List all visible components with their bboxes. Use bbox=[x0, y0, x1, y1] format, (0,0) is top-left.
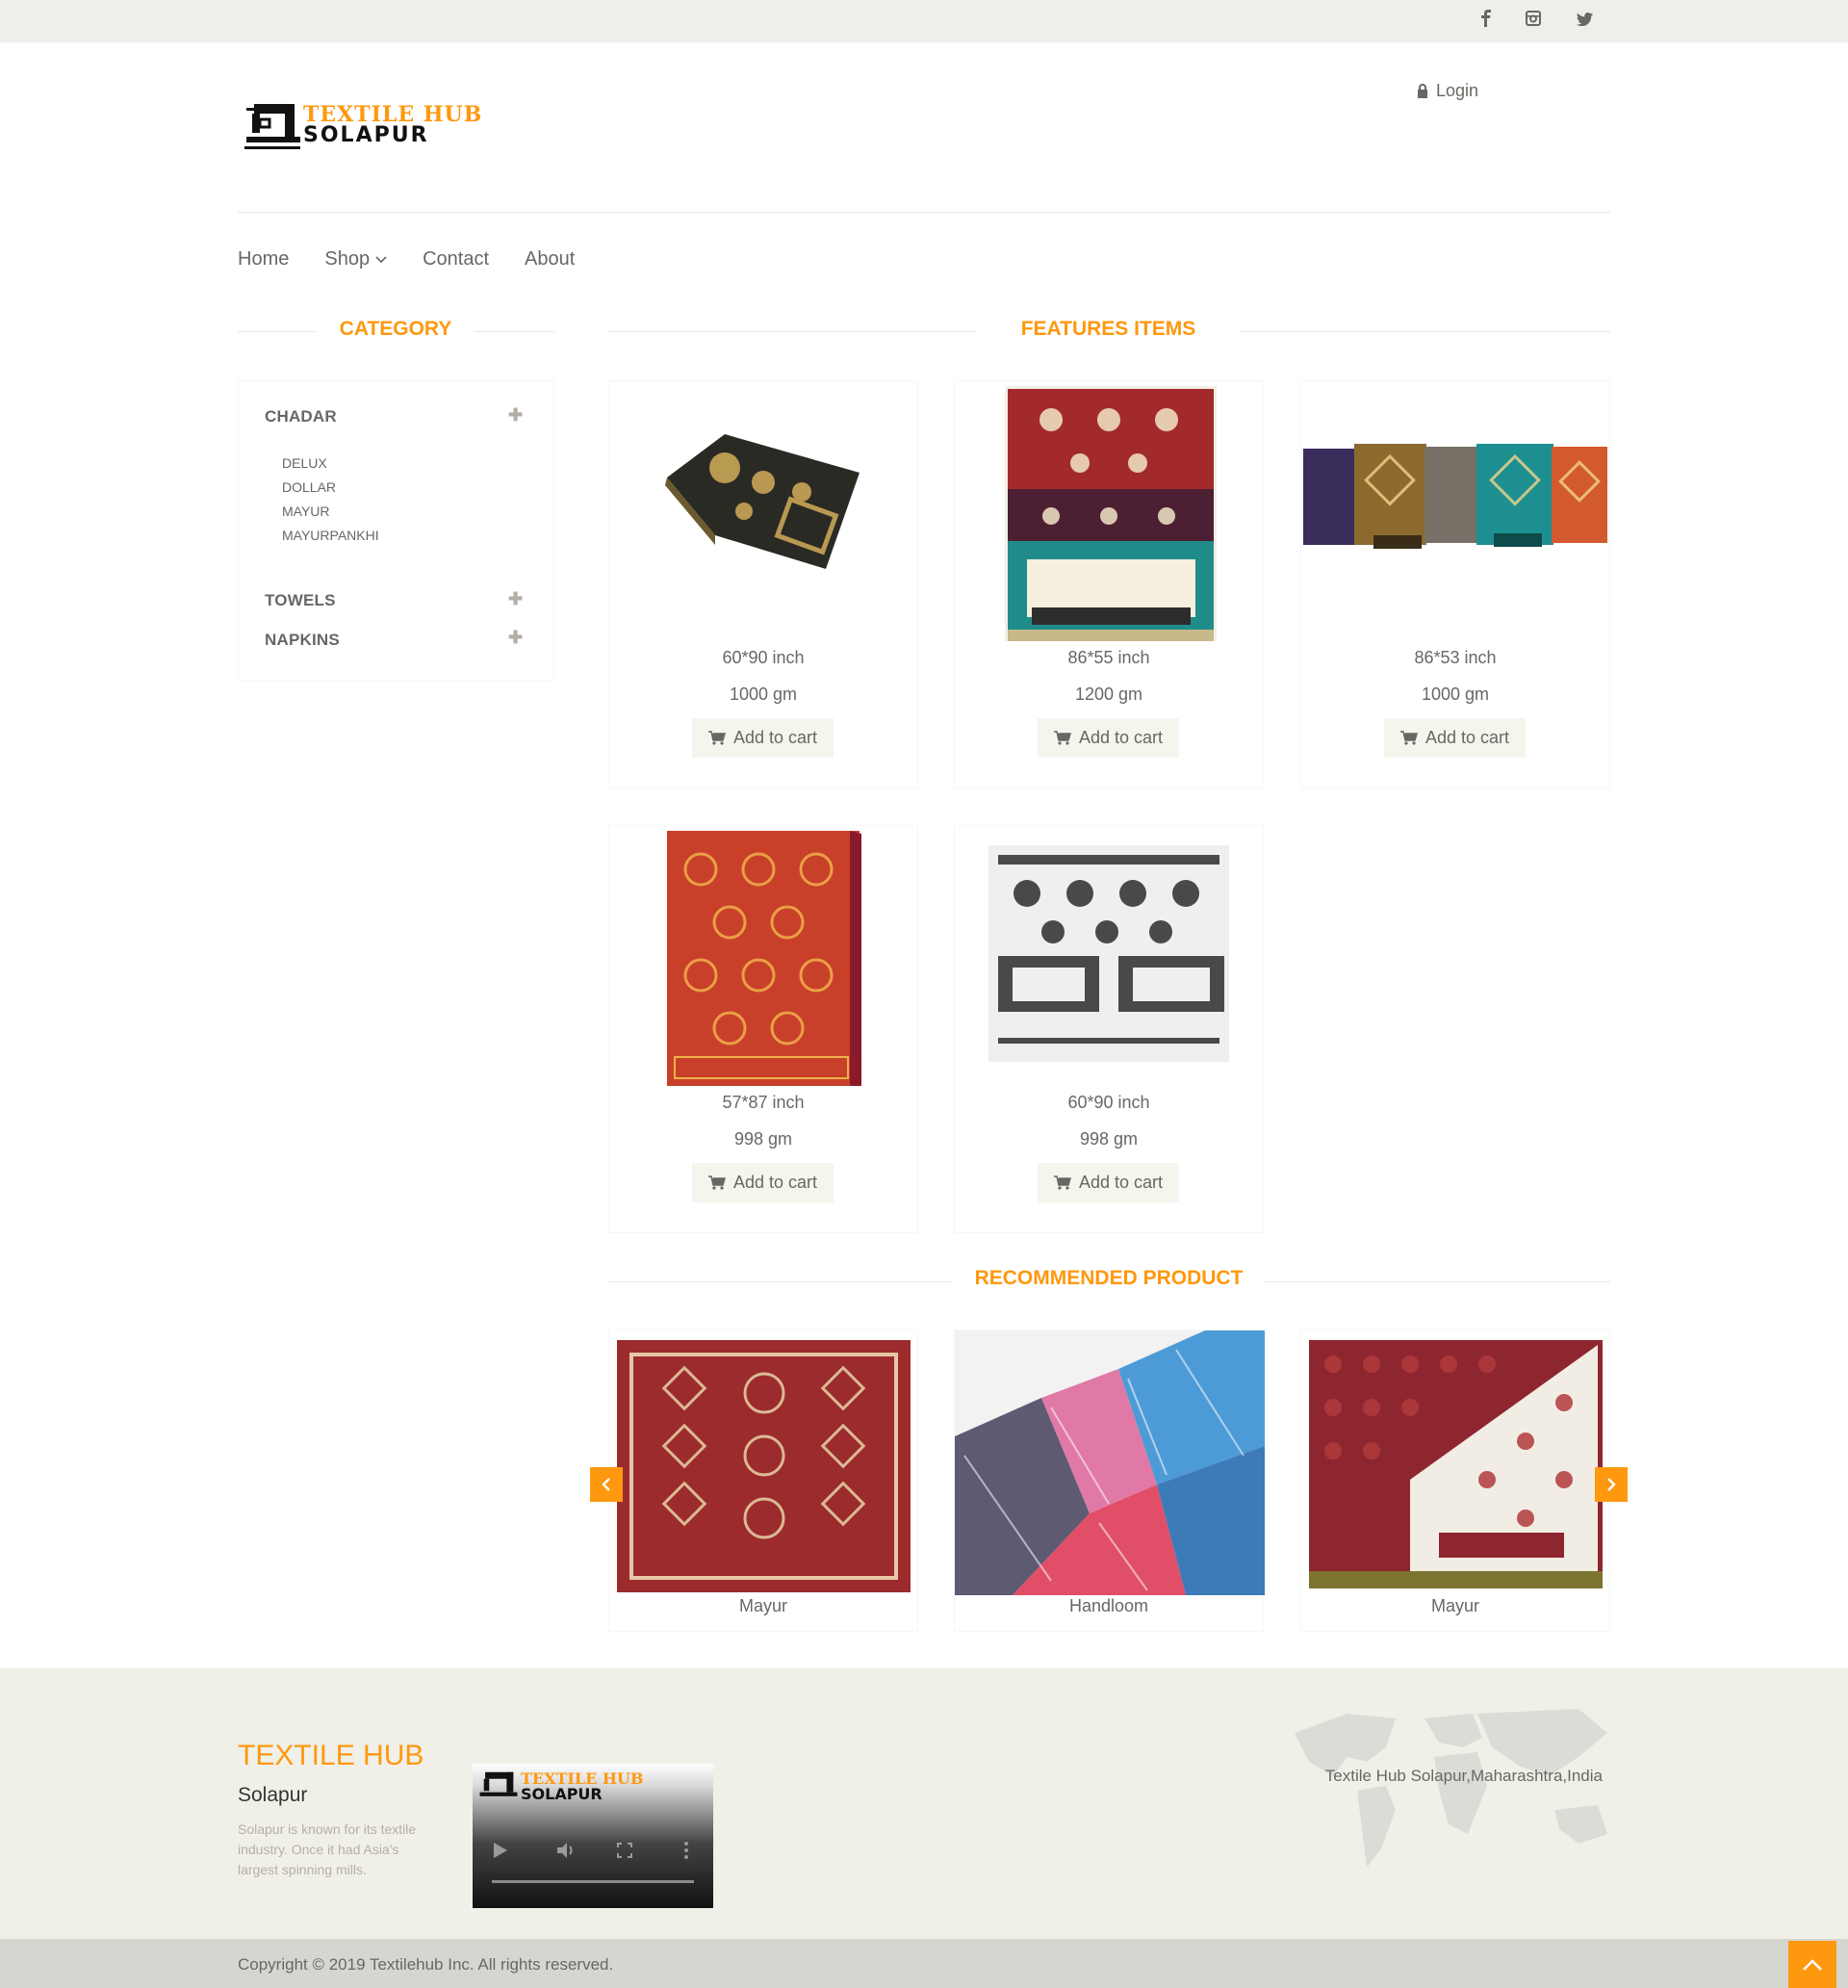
nav-about[interactable]: About bbox=[525, 248, 575, 271]
cart-icon bbox=[1399, 731, 1418, 745]
product-size: 57*87 inch bbox=[722, 1093, 805, 1112]
product-weight: 1000 gm bbox=[1421, 684, 1490, 704]
product-image[interactable] bbox=[984, 381, 1236, 646]
fullscreen-icon[interactable] bbox=[617, 1843, 632, 1863]
plus-icon[interactable]: ✚ bbox=[508, 589, 523, 609]
plus-icon[interactable]: ✚ bbox=[508, 405, 523, 426]
login-label: Login bbox=[1436, 81, 1479, 100]
video-logo-line2: SOLAPUR bbox=[521, 1785, 603, 1803]
product-size: 60*90 inch bbox=[722, 648, 805, 667]
subcategory-mayurpankhi[interactable]: MAYURPANKHI bbox=[282, 528, 379, 543]
carousel-prev-button[interactable] bbox=[590, 1467, 623, 1502]
category-panel: CHADAR ✚ DELUX DOLLAR MAYUR MAYURPANKHI … bbox=[238, 380, 554, 681]
footer-description: Solapur is known for its textile industr… bbox=[238, 1821, 417, 1877]
product-weight: 998 gm bbox=[733, 1129, 793, 1149]
category-rule-left bbox=[238, 331, 317, 332]
product-image[interactable] bbox=[657, 826, 869, 1091]
category-towels[interactable]: TOWELS bbox=[265, 591, 336, 610]
scroll-to-top-button[interactable] bbox=[1788, 1941, 1836, 1988]
add-to-cart-label: Add to cart bbox=[1424, 728, 1510, 747]
category-napkins[interactable]: NAPKINS bbox=[265, 631, 340, 650]
cart-icon bbox=[1053, 731, 1071, 745]
recommended-card: Mayur bbox=[608, 1330, 918, 1632]
footer-address: Textile Hub Solapur,Maharashtra,India bbox=[1324, 1767, 1603, 1785]
main-nav: Home Shop Contact About bbox=[238, 248, 575, 271]
product-card: 86*55 inch 1200 gm Add to cart bbox=[954, 380, 1264, 788]
product-image[interactable] bbox=[984, 840, 1236, 1071]
video-progress-bar[interactable] bbox=[492, 1880, 694, 1883]
product-card: 60*90 inch 998 gm Add to cart bbox=[954, 825, 1264, 1233]
add-to-cart-button[interactable]: Add to cart bbox=[692, 718, 834, 758]
product-weight: 1000 gm bbox=[729, 684, 798, 704]
product-size: 60*90 inch bbox=[1067, 1093, 1150, 1112]
chevron-left-icon bbox=[602, 1478, 610, 1491]
instagram-icon[interactable] bbox=[1522, 10, 1545, 33]
nav-shop[interactable]: Shop bbox=[324, 248, 387, 271]
recommended-name: Mayur bbox=[738, 1596, 787, 1615]
add-to-cart-label: Add to cart bbox=[1078, 728, 1164, 747]
add-to-cart-button[interactable]: Add to cart bbox=[1038, 1163, 1179, 1202]
add-to-cart-button[interactable]: Add to cart bbox=[692, 1163, 834, 1202]
recommended-image[interactable] bbox=[612, 1335, 916, 1595]
add-to-cart-label: Add to cart bbox=[1078, 1173, 1164, 1192]
recommended-card: Mayur bbox=[1300, 1330, 1610, 1632]
carousel-next-button[interactable] bbox=[1595, 1467, 1628, 1502]
product-weight: 998 gm bbox=[1079, 1129, 1139, 1149]
top-bar bbox=[0, 0, 1848, 42]
recommended-image[interactable] bbox=[1304, 1335, 1608, 1595]
add-to-cart-label: Add to cart bbox=[732, 1173, 818, 1192]
header-divider bbox=[238, 212, 1610, 213]
lock-icon bbox=[1418, 84, 1427, 98]
nav-shop-label: Shop bbox=[324, 248, 371, 270]
product-card: 57*87 inch 998 gm Add to cart bbox=[608, 825, 918, 1233]
category-chadar[interactable]: CHADAR bbox=[265, 407, 337, 426]
recommended-title: RECOMMENDED PRODUCT bbox=[953, 1267, 1265, 1290]
login-link[interactable]: Login bbox=[1417, 81, 1478, 101]
nav-home[interactable]: Home bbox=[238, 248, 289, 271]
chevron-up-icon bbox=[1803, 1958, 1822, 1971]
copyright-text: Copyright © 2019 Textilehub Inc. All rig… bbox=[238, 1955, 614, 1974]
nav-contact[interactable]: Contact bbox=[423, 248, 489, 271]
video-logo bbox=[479, 1771, 518, 1796]
subcategory-delux[interactable]: DELUX bbox=[282, 455, 327, 471]
cart-icon bbox=[707, 731, 726, 745]
product-card: 86*53 inch 1000 gm Add to cart bbox=[1300, 380, 1610, 788]
features-rule-left bbox=[608, 331, 977, 332]
video-player[interactable]: TEXTILE HUB SOLAPUR bbox=[473, 1764, 713, 1908]
volume-icon[interactable] bbox=[557, 1843, 577, 1863]
recommended-name: Handloom bbox=[1068, 1596, 1149, 1615]
recommended-image[interactable] bbox=[955, 1330, 1265, 1595]
world-map-image bbox=[1290, 1704, 1617, 1872]
chevron-down-icon bbox=[375, 255, 387, 263]
facebook-icon[interactable] bbox=[1475, 10, 1498, 33]
product-weight: 1200 gm bbox=[1074, 684, 1143, 704]
cart-icon bbox=[707, 1175, 726, 1190]
plus-icon[interactable]: ✚ bbox=[508, 628, 523, 648]
product-image[interactable] bbox=[1301, 439, 1609, 574]
add-to-cart-button[interactable]: Add to cart bbox=[1038, 718, 1179, 758]
chevron-right-icon bbox=[1607, 1478, 1616, 1491]
product-size: 86*53 inch bbox=[1414, 648, 1497, 667]
subcategory-mayur[interactable]: MAYUR bbox=[282, 503, 330, 519]
twitter-icon[interactable] bbox=[1573, 10, 1596, 33]
category-title: CATEGORY bbox=[339, 318, 452, 340]
product-size: 86*55 inch bbox=[1067, 648, 1150, 667]
recommended-card: Handloom bbox=[954, 1330, 1265, 1632]
features-rule-right bbox=[1240, 331, 1610, 332]
play-icon[interactable] bbox=[494, 1843, 507, 1863]
subcategory-dollar[interactable]: DOLLAR bbox=[282, 479, 336, 495]
footer-city: Solapur bbox=[238, 1784, 308, 1806]
cart-icon bbox=[1053, 1175, 1071, 1190]
logo-line2: SOLAPUR bbox=[303, 123, 429, 147]
features-title: FEATURES ITEMS bbox=[1020, 318, 1196, 340]
category-rule-right bbox=[474, 331, 554, 332]
product-image[interactable] bbox=[657, 429, 869, 574]
product-card: 60*90 inch 1000 gm Add to cart bbox=[608, 380, 918, 788]
add-to-cart-label: Add to cart bbox=[732, 728, 818, 747]
recommended-name: Mayur bbox=[1430, 1596, 1479, 1615]
more-options-icon[interactable] bbox=[683, 1841, 689, 1865]
add-to-cart-button[interactable]: Add to cart bbox=[1384, 718, 1526, 758]
footer-brand: TEXTILE HUB bbox=[238, 1740, 424, 1771]
